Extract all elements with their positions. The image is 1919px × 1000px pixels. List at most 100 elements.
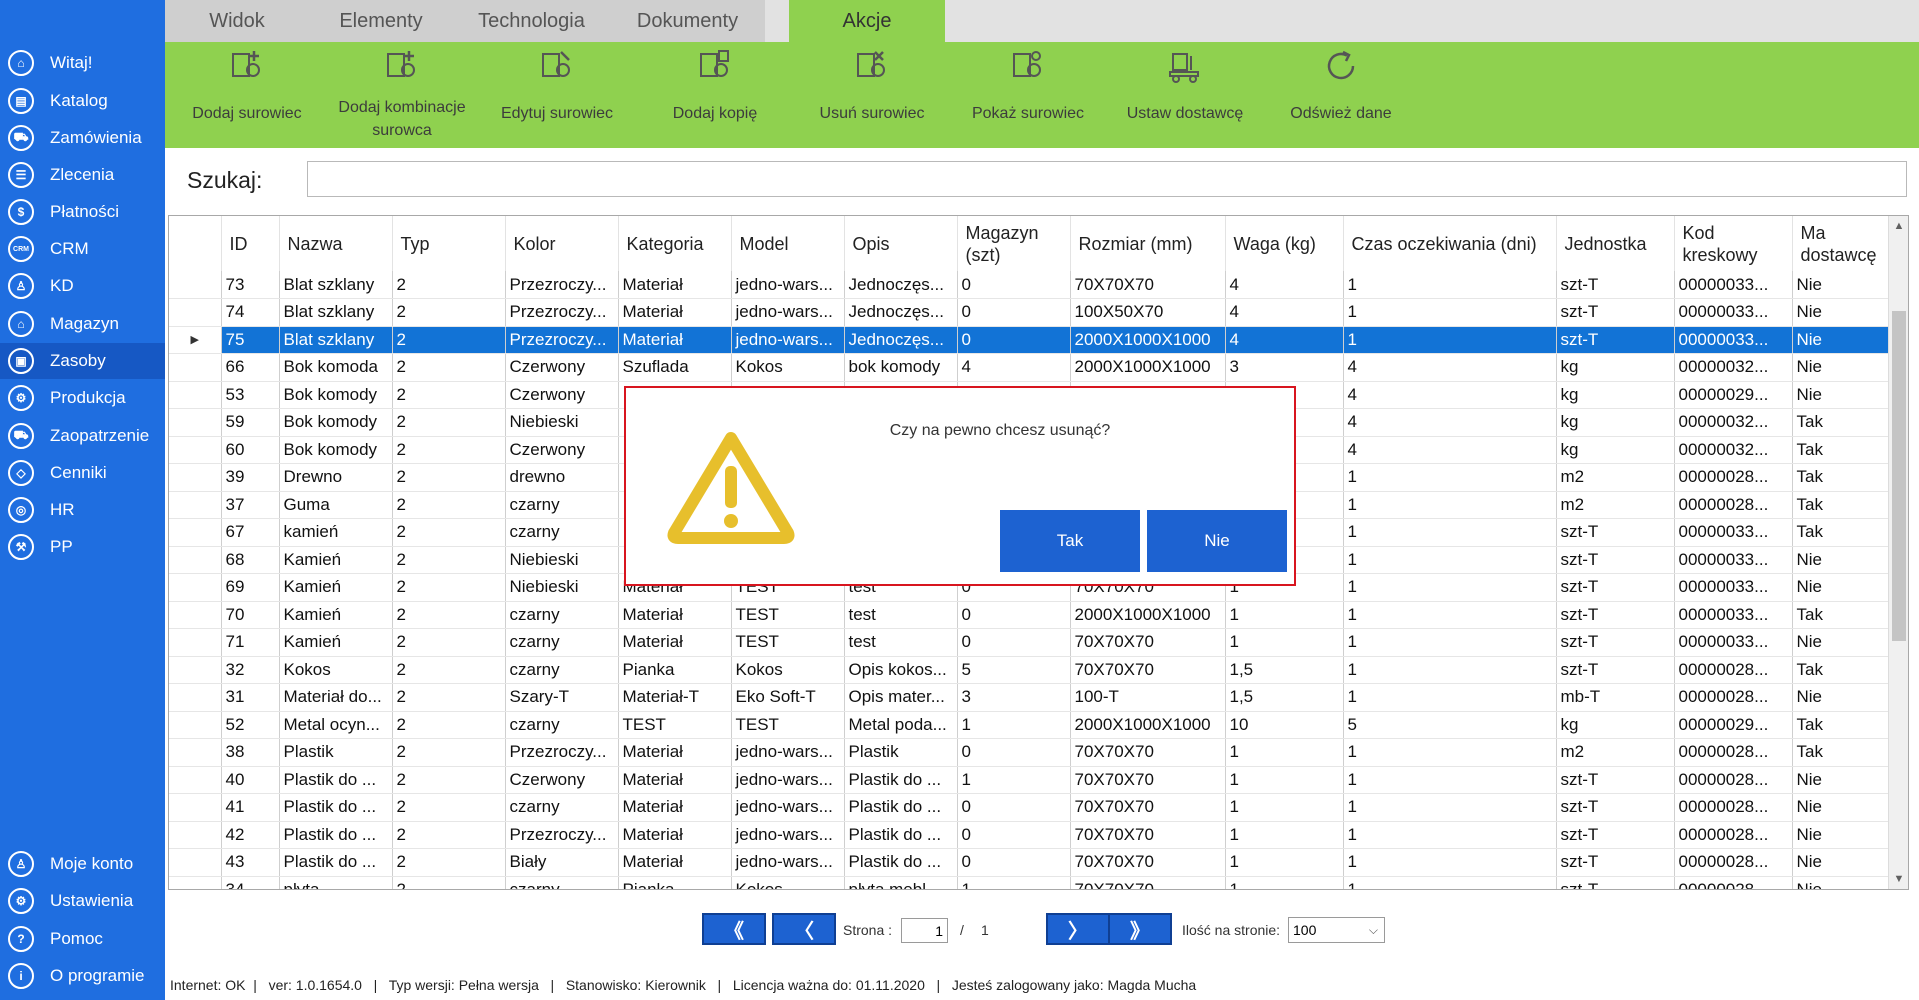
cell-opis[interactable]: Opis mater...	[844, 683, 958, 712]
cell-jednostka[interactable]: kg	[1556, 711, 1675, 739]
cell-opis[interactable]: płyta mebl...	[844, 876, 958, 889]
show-material-button[interactable]: Pokaż surowiec	[958, 42, 1098, 148]
cell-typ[interactable]: 2	[392, 491, 506, 519]
cell-waga-kg[interactable]: 1	[1225, 848, 1344, 877]
cell-czas-oczekiwania-dni[interactable]: 1	[1343, 546, 1557, 574]
cell-waga-kg[interactable]: 1	[1225, 876, 1344, 889]
cell-jednostka[interactable]: m2	[1556, 738, 1675, 767]
cell-kategoria[interactable]: Materiał	[618, 766, 732, 794]
cell-magazyn-szt[interactable]: 0	[957, 848, 1071, 877]
yes-button[interactable]: Tak	[1000, 510, 1140, 572]
cell-ma-dostawce[interactable]: Nie	[1792, 298, 1901, 327]
cell-kolor[interactable]: Przezroczy...	[505, 821, 619, 849]
cell-jednostka[interactable]: szt-T	[1556, 573, 1675, 602]
cell-czas-oczekiwania-dni[interactable]: 1	[1343, 656, 1557, 684]
cell-jednostka[interactable]: szt-T	[1556, 848, 1675, 877]
column-header-opis[interactable]: Opis	[844, 216, 958, 271]
cell-kod-kreskowy[interactable]: 00000033...	[1674, 326, 1793, 354]
cell-ma-dostawce[interactable]: Tak	[1792, 518, 1901, 547]
scroll-thumb[interactable]	[1892, 311, 1906, 641]
cell-opis[interactable]: Metal poda...	[844, 711, 958, 739]
cell-ma-dostawce[interactable]: Nie	[1792, 546, 1901, 574]
cell-id[interactable]: 43	[221, 848, 280, 877]
cell-czas-oczekiwania-dni[interactable]: 1	[1343, 326, 1557, 354]
tab-elementy[interactable]: Elementy	[309, 0, 453, 42]
sidebar-item-hr[interactable]: ◎ HR	[0, 492, 165, 528]
cell-id[interactable]: 73	[221, 271, 280, 299]
cell-kolor[interactable]: czarny	[505, 518, 619, 547]
cell-model[interactable]: Eko Soft-T	[731, 683, 845, 712]
cell-rozmiar-mm[interactable]: 70X70X70	[1070, 821, 1226, 849]
cell-jednostka[interactable]: mb-T	[1556, 683, 1675, 712]
cell-ma-dostawce[interactable]: Nie	[1792, 683, 1901, 712]
cell-czas-oczekiwania-dni[interactable]: 1	[1343, 573, 1557, 602]
cell-nazwa[interactable]: Kamień	[279, 628, 393, 657]
cell-magazyn-szt[interactable]: 1	[957, 766, 1071, 794]
cell-magazyn-szt[interactable]: 4	[957, 353, 1071, 382]
cell-ma-dostawce[interactable]: Nie	[1792, 271, 1901, 299]
cell-kod-kreskowy[interactable]: 00000033...	[1674, 601, 1793, 629]
cell-ma-dostawce[interactable]: Nie	[1792, 848, 1901, 877]
row-header[interactable]	[169, 656, 222, 684]
cell-nazwa[interactable]: Blat szklany	[279, 326, 393, 354]
cell-czas-oczekiwania-dni[interactable]: 1	[1343, 491, 1557, 519]
cell-czas-oczekiwania-dni[interactable]: 1	[1343, 821, 1557, 849]
table-row[interactable]: 74 Blat szklany 2 Przezroczy... Materiał jedn…	[169, 298, 1901, 327]
cell-kolor[interactable]: Niebieski	[505, 573, 619, 602]
cell-jednostka[interactable]: szt-T	[1556, 628, 1675, 657]
cell-nazwa[interactable]: Kamień	[279, 573, 393, 602]
cell-kod-kreskowy[interactable]: 00000028...	[1674, 683, 1793, 712]
cell-typ[interactable]: 2	[392, 793, 506, 822]
cell-jednostka[interactable]: szt-T	[1556, 766, 1675, 794]
cell-kategoria[interactable]: Materiał-T	[618, 683, 732, 712]
cell-typ[interactable]: 2	[392, 518, 506, 547]
cell-ma-dostawce[interactable]: Tak	[1792, 463, 1901, 492]
cell-jednostka[interactable]: szt-T	[1556, 326, 1675, 354]
column-header-nazwa[interactable]: Nazwa	[279, 216, 393, 271]
row-header[interactable]	[169, 683, 222, 712]
cell-typ[interactable]: 2	[392, 546, 506, 574]
row-header-column[interactable]	[169, 216, 222, 271]
cell-model[interactable]: TEST	[731, 628, 845, 657]
cell-id[interactable]: 52	[221, 711, 280, 739]
cell-typ[interactable]: 2	[392, 738, 506, 767]
column-header-typ[interactable]: Typ	[392, 216, 506, 271]
cell-typ[interactable]: 2	[392, 408, 506, 437]
page-size-select[interactable]: 100 ⌵	[1288, 917, 1385, 943]
cell-opis[interactable]: bok komody	[844, 353, 958, 382]
cell-opis[interactable]: Opis kokos...	[844, 656, 958, 684]
cell-jednostka[interactable]: szt-T	[1556, 601, 1675, 629]
cell-kategoria[interactable]: TEST	[618, 711, 732, 739]
cell-waga-kg[interactable]: 1	[1225, 628, 1344, 657]
row-header[interactable]	[169, 491, 222, 519]
cell-kod-kreskowy[interactable]: 00000032...	[1674, 436, 1793, 464]
cell-kod-kreskowy[interactable]: 00000028...	[1674, 821, 1793, 849]
cell-model[interactable]: jedno-wars...	[731, 738, 845, 767]
cell-kolor[interactable]: Czerwony	[505, 436, 619, 464]
sidebar-item-produkcja[interactable]: ⚙ Produkcja	[0, 380, 165, 416]
cell-czas-oczekiwania-dni[interactable]: 1	[1343, 271, 1557, 299]
cell-id[interactable]: 67	[221, 518, 280, 547]
sidebar-item-zasoby[interactable]: ▣ Zasoby	[0, 343, 165, 379]
search-input[interactable]	[307, 161, 1907, 197]
cell-rozmiar-mm[interactable]: 2000X1000X1000	[1070, 353, 1226, 382]
cell-id[interactable]: 40	[221, 766, 280, 794]
sidebar-item-zlecenia[interactable]: ☰ Zlecenia	[0, 157, 165, 193]
sidebar-item-magazyn[interactable]: ⌂ Magazyn	[0, 306, 165, 342]
column-header-id[interactable]: ID	[221, 216, 280, 271]
sidebar-item-ustawienia[interactable]: ⚙ Ustawienia	[0, 883, 165, 919]
cell-czas-oczekiwania-dni[interactable]: 1	[1343, 683, 1557, 712]
row-header[interactable]	[169, 546, 222, 574]
cell-nazwa[interactable]: Drewno	[279, 463, 393, 492]
cell-waga-kg[interactable]: 1,5	[1225, 683, 1344, 712]
cell-waga-kg[interactable]: 1	[1225, 738, 1344, 767]
cell-jednostka[interactable]: szt-T	[1556, 271, 1675, 299]
cell-magazyn-szt[interactable]: 0	[957, 271, 1071, 299]
cell-ma-dostawce[interactable]: Nie	[1792, 766, 1901, 794]
column-header-ma-dostawce[interactable]: Ma dostawcę	[1792, 216, 1901, 271]
cell-kolor[interactable]: czarny	[505, 656, 619, 684]
cell-model[interactable]: jedno-wars...	[731, 766, 845, 794]
cell-typ[interactable]: 2	[392, 271, 506, 299]
cell-waga-kg[interactable]: 10	[1225, 711, 1344, 739]
cell-id[interactable]: 69	[221, 573, 280, 602]
